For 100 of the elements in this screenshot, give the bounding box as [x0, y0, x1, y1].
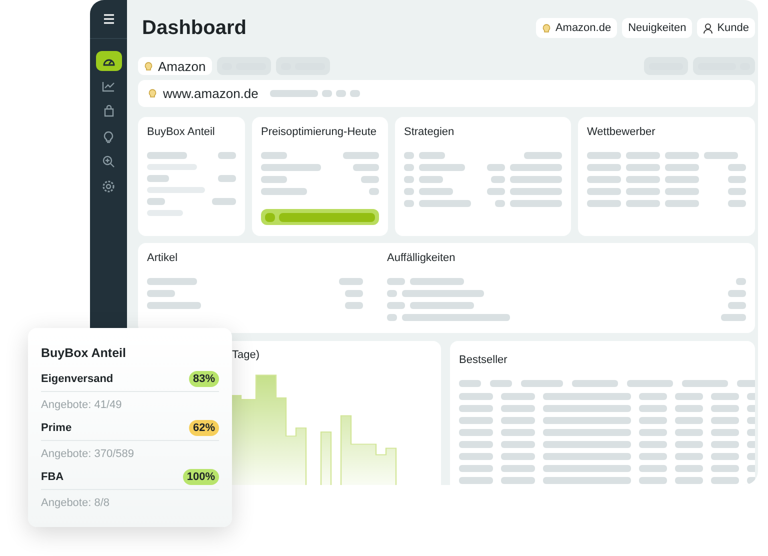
header-button[interactable]: Amazon.de	[536, 18, 618, 38]
placeholder-bar	[147, 302, 201, 309]
placeholder-bar	[419, 188, 453, 195]
placeholder-bar	[675, 429, 703, 436]
placeholder-bar	[404, 164, 414, 171]
menu-icon[interactable]	[102, 14, 114, 24]
row-label: Eigenversand	[41, 373, 114, 385]
sidebar-item[interactable]	[96, 51, 122, 71]
lightbulb-icon	[144, 60, 153, 72]
placeholder-bar	[626, 176, 660, 183]
placeholder-bar	[404, 200, 414, 207]
placeholder-bar	[387, 290, 397, 297]
tab[interactable]: Amazon	[138, 57, 212, 75]
placeholder-bar	[491, 176, 505, 183]
placeholder-bar	[495, 200, 505, 207]
placeholder-bar	[404, 188, 414, 195]
placeholder-bar	[345, 290, 363, 297]
placeholder-bar	[639, 405, 667, 412]
bag-icon	[102, 105, 114, 117]
placeholder-bar	[675, 393, 703, 400]
placeholder-bar	[711, 429, 739, 436]
section-title: Auffälligkeiten	[387, 252, 456, 264]
placeholder-bar	[711, 477, 739, 484]
placeholder-bar	[728, 302, 746, 309]
placeholder-bar	[627, 380, 673, 387]
placeholder-bar	[626, 188, 660, 195]
placeholder-bar	[353, 164, 379, 171]
placeholder-bar	[147, 164, 197, 170]
placeholder-bar	[501, 429, 535, 436]
offers-text: Angebote: 370/589	[41, 448, 135, 460]
placeholder-bar	[147, 187, 205, 193]
offers-text: Angebote: 8/8	[41, 497, 111, 509]
placeholder-bar	[626, 200, 660, 207]
placeholder-bar	[459, 453, 493, 460]
header-button[interactable]: Neuigkeiten	[622, 18, 692, 38]
row-label: FBA	[41, 471, 64, 483]
percent-badge: 83%	[188, 371, 219, 387]
placeholder-bar	[587, 164, 621, 171]
placeholder-bar	[728, 188, 746, 195]
popup-title: BuyBox Anteil	[41, 346, 127, 360]
settings-icon	[102, 180, 115, 192]
placeholder-bar	[419, 164, 465, 171]
placeholder-bar	[682, 380, 728, 387]
placeholder-bar	[270, 90, 318, 97]
section-title: Artikel	[147, 252, 179, 264]
placeholder-bar	[587, 176, 621, 183]
placeholder-bar	[339, 278, 363, 285]
placeholder-bar	[521, 380, 563, 387]
placeholder-bar	[639, 393, 667, 400]
placeholder-bar	[665, 152, 699, 159]
placeholder-bar	[419, 152, 445, 159]
placeholder-bar	[501, 393, 535, 400]
lightbulb-icon	[103, 130, 114, 142]
line-chart-icon	[102, 80, 115, 92]
lightbulb-icon	[542, 22, 552, 34]
placeholder-bar	[510, 200, 562, 207]
placeholder-bar	[261, 164, 321, 171]
placeholder-bar	[665, 176, 699, 183]
row-label: Prime	[41, 422, 72, 434]
placeholder-bar	[639, 417, 667, 424]
placeholder-bar	[404, 176, 414, 183]
placeholder-bar	[147, 198, 165, 205]
placeholder-bar	[487, 164, 505, 171]
placeholder-bar	[459, 417, 493, 424]
header-button[interactable]: Kunde	[697, 18, 755, 38]
placeholder-bar	[639, 453, 667, 460]
placeholder-bar	[510, 164, 562, 171]
placeholder-bar	[711, 405, 739, 412]
placeholder-bar	[501, 405, 535, 412]
card-title: Strategien	[404, 126, 456, 138]
zoom-in-icon	[102, 154, 115, 168]
placeholder-bar	[728, 290, 746, 297]
placeholder-bar	[524, 152, 562, 159]
offers-text: Angebote: 41/49	[41, 399, 123, 411]
placeholder-bar	[665, 188, 699, 195]
placeholder-bar	[419, 176, 443, 183]
card-title: Wettbewerber	[587, 126, 656, 138]
placeholder-bar	[261, 152, 287, 159]
placeholder-bar	[501, 477, 535, 484]
placeholder-bar	[665, 164, 699, 171]
placeholder-bar	[147, 210, 183, 216]
placeholder-bar	[501, 453, 535, 460]
placeholder-bar	[711, 417, 739, 424]
placeholder-bar	[711, 441, 739, 448]
placeholder-bar	[704, 152, 738, 159]
placeholder-bar	[343, 152, 379, 159]
placeholder-bar	[675, 453, 703, 460]
placeholder-bar	[721, 314, 746, 321]
placeholder-bar	[404, 152, 414, 159]
placeholder-bar	[501, 417, 535, 424]
percent-badge: 100%	[182, 469, 219, 485]
placeholder-bar	[410, 278, 464, 285]
percent-badge: 62%	[188, 420, 219, 436]
placeholder-bar	[387, 278, 405, 285]
placeholder-bar	[369, 188, 379, 195]
placeholder-bar	[675, 417, 703, 424]
placeholder-bar	[728, 176, 746, 183]
placeholder-bar	[675, 465, 703, 472]
placeholder-bar	[490, 380, 512, 387]
placeholder-bar	[675, 441, 703, 448]
